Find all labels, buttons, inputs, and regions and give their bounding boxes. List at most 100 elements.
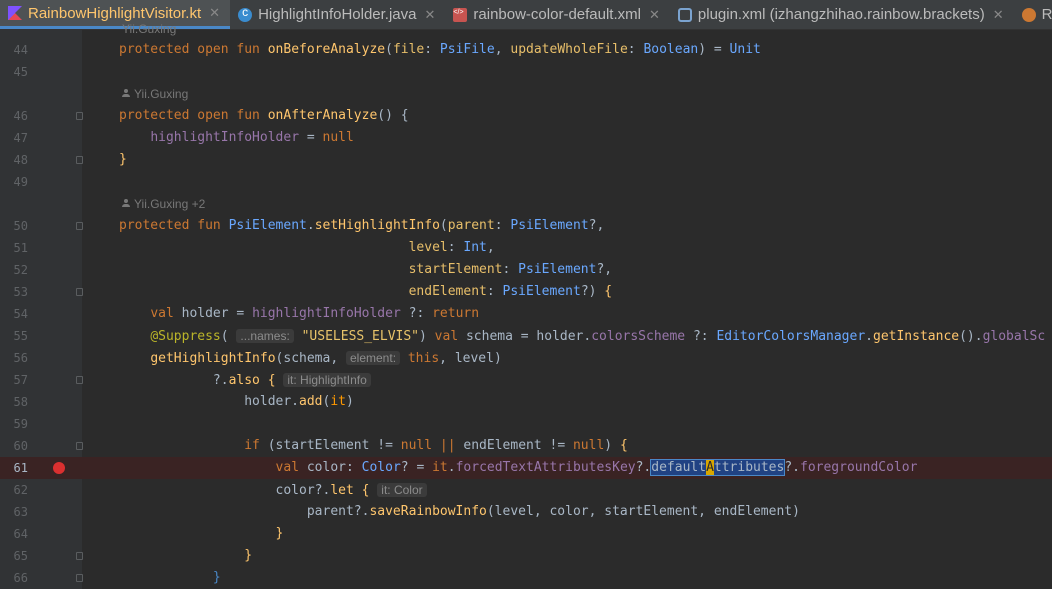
code-line[interactable]: 57 ?.also { it: HighlightInfo (0, 369, 1052, 391)
code-line[interactable]: 64 } (0, 523, 1052, 545)
code-text: protected open fun onAfterAnalyze() { (119, 108, 409, 123)
code-line-breakpoint[interactable]: 61 val color: Color? = it.forcedTextAttr… (0, 457, 1052, 479)
line-number: 45 (13, 65, 28, 79)
line-number: 65 (13, 549, 28, 563)
code-text: parent?.saveRainbowInfo(level, color, st… (119, 504, 800, 519)
code-line[interactable]: 54 val holder = highlightInfoHolder ?: r… (0, 303, 1052, 325)
lambda-hint: it: HighlightInfo (283, 373, 371, 387)
line-number: 57 (13, 373, 28, 387)
code-line[interactable]: 45 (0, 61, 1052, 83)
line-number: 51 (13, 241, 28, 255)
code-line[interactable]: 55 @Suppress( ...names: "USELESS_ELVIS")… (0, 325, 1052, 347)
parameter-hint: element: (346, 351, 401, 365)
line-number: 62 (13, 483, 28, 497)
line-number: 44 (13, 43, 28, 57)
kotlin-file-icon (8, 6, 22, 20)
code-text: } (275, 526, 284, 541)
line-number: 56 (13, 351, 28, 365)
code-line[interactable]: 59 (0, 413, 1052, 435)
code-line[interactable]: 60 if (startElement != null || endElemen… (0, 435, 1052, 457)
fold-marker-icon[interactable] (76, 156, 83, 164)
tab-label: HighlightInfoHolder.java (258, 6, 417, 23)
code-line[interactable]: 66 } (0, 567, 1052, 589)
close-icon[interactable]: ✕ (209, 5, 220, 21)
code-line[interactable]: 52 startElement: PsiElement?, (0, 259, 1052, 281)
line-number: 63 (13, 505, 28, 519)
code-text: protected fun PsiElement.setHighlightInf… (119, 218, 605, 233)
line-number: 58 (13, 395, 28, 409)
code-text: getHighlightInfo(schema, element: this, … (150, 351, 502, 366)
line-number: 46 (13, 109, 28, 123)
code-text: startElement: PsiElement?, (408, 262, 613, 277)
line-number: 66 (13, 571, 28, 585)
code-text: endElement: PsiElement?) { (408, 284, 613, 299)
code-line[interactable]: 62 color?.let { it: Color (0, 479, 1052, 501)
code-line[interactable]: 47 highlightInfoHolder = null (0, 127, 1052, 149)
code-text: val holder = highlightInfoHolder ?: retu… (150, 306, 480, 321)
line-number: 61 (13, 461, 28, 475)
code-text: if (startElement != null || endElement !… (244, 438, 628, 453)
code-line[interactable]: 51 level: Int, (0, 237, 1052, 259)
code-line[interactable]: 46 protected open fun onAfterAnalyze() { (0, 105, 1052, 127)
fold-marker-icon[interactable] (76, 112, 83, 120)
line-number: 50 (13, 219, 28, 233)
code-text: protected open fun onBeforeAnalyze(file:… (119, 42, 761, 57)
fold-marker-icon[interactable] (76, 288, 83, 296)
tab-plugin-xml[interactable]: plugin.xml (izhangzhihao.rainbow.bracket… (670, 0, 1014, 29)
code-author-hint[interactable]: Yii.Guxing +2 (122, 193, 205, 215)
code-text: @Suppress( ...names: "USELESS_ELVIS") va… (150, 329, 1046, 344)
code-author-hint[interactable]: Yii.Guxing (122, 83, 188, 105)
line-number: 64 (13, 527, 28, 541)
fold-marker-icon[interactable] (76, 376, 83, 384)
fold-marker-icon[interactable] (76, 574, 83, 582)
tab-rainbow-highlight-visitor[interactable]: RainbowHighlightVisitor.kt ✕ (0, 0, 231, 29)
code-line[interactable]: 58 holder.add(it) (0, 391, 1052, 413)
breakpoint-icon[interactable] (53, 462, 65, 474)
tab-label: plugin.xml (izhangzhihao.rainbow.bracket… (697, 6, 985, 23)
code-editor[interactable]: Yii.Guxing 44 protected open fun onBefor… (0, 22, 1052, 589)
java-class-icon (238, 5, 253, 22)
close-icon[interactable]: ✕ (649, 7, 660, 23)
code-line[interactable]: 63 parent?.saveRainbowInfo(level, color,… (0, 501, 1052, 523)
person-icon (122, 89, 130, 97)
tab-label: RainbowHighlightVisitor.kt (28, 4, 202, 22)
code-text: level: Int, (408, 240, 495, 255)
code-line[interactable]: 48 } (0, 149, 1052, 171)
line-number: 54 (13, 307, 28, 321)
file-icon (1021, 7, 1036, 22)
code-text: ?.also { it: HighlightInfo (119, 369, 371, 392)
line-number: 48 (13, 153, 28, 167)
code-line[interactable]: 49 (0, 171, 1052, 193)
code-line[interactable]: 50 protected fun PsiElement.setHighlight… (0, 215, 1052, 237)
code-line[interactable]: 44 protected open fun onBeforeAnalyze(fi… (0, 39, 1052, 61)
code-line[interactable]: 56 getHighlightInfo(schema, element: thi… (0, 347, 1052, 369)
fold-marker-icon[interactable] (76, 222, 83, 230)
line-number: 49 (13, 175, 28, 189)
xml-file-icon (453, 7, 468, 22)
code-author-line: Yii.Guxing (0, 83, 1052, 105)
line-number: 55 (13, 329, 28, 343)
code-text: } (244, 548, 253, 563)
parameter-hint: ...names: (236, 329, 294, 343)
tab-rainbow-color-default[interactable]: rainbow-color-default.xml ✕ (445, 0, 669, 29)
line-number: 60 (13, 439, 28, 453)
tab-label: Rai (1041, 6, 1052, 23)
line-number: 53 (13, 285, 28, 299)
tab-rai[interactable]: Rai (1014, 0, 1052, 29)
fold-marker-icon[interactable] (76, 442, 83, 450)
tab-highlight-info-holder[interactable]: HighlightInfoHolder.java ✕ (230, 0, 445, 29)
code-line[interactable]: 65 } (0, 545, 1052, 567)
line-number: 52 (13, 263, 28, 277)
lambda-hint: it: Color (377, 483, 427, 497)
fold-marker-icon[interactable] (76, 552, 83, 560)
code-line[interactable]: 53 endElement: PsiElement?) { (0, 281, 1052, 303)
code-author-line: Yii.Guxing +2 (0, 193, 1052, 215)
code-author-hint: Yii.Guxing (122, 22, 177, 36)
close-icon[interactable]: ✕ (993, 7, 1004, 23)
code-text: color?.let { it: Color (119, 479, 427, 502)
person-icon (122, 199, 130, 207)
code-text: } (119, 152, 127, 167)
code-text: } (212, 570, 221, 585)
code-text: highlightInfoHolder = null (150, 130, 354, 145)
close-icon[interactable]: ✕ (425, 7, 436, 23)
